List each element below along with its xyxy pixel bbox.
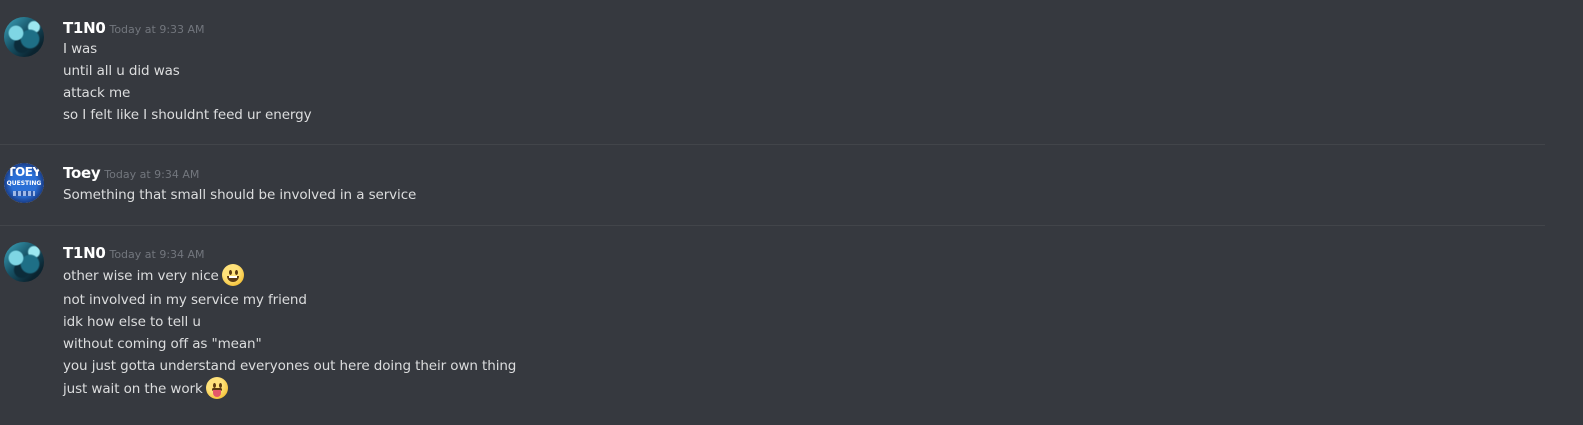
- message-line: not involved in my service my friend: [63, 292, 307, 308]
- avatar[interactable]: [4, 242, 44, 282]
- username[interactable]: T1N0: [63, 244, 106, 262]
- smiley-emoji-icon[interactable]: [221, 264, 244, 286]
- timestamp[interactable]: Today at 9:33 AM: [109, 23, 204, 36]
- message-divider: [0, 225, 1545, 226]
- avatar-logo-text: TOEY: [7, 165, 41, 179]
- chat-messages: T1N0 Today at 9:33 AM I was until all u d…: [0, 0, 1583, 425]
- message-text: just wait on the work: [63, 381, 203, 397]
- message-line: idk how else to tell u: [63, 314, 201, 330]
- message-line: I was: [63, 41, 98, 57]
- message-line: so I felt like I shouldnt feed ur energy: [63, 107, 312, 123]
- message-text: other wise im very nice: [63, 268, 219, 284]
- username[interactable]: T1N0: [63, 19, 106, 37]
- message-line: Something that small should be involved …: [63, 187, 417, 203]
- message-line: you just gotta understand everyones out …: [63, 358, 517, 374]
- message-divider: [0, 144, 1545, 145]
- timestamp[interactable]: Today at 9:34 AM: [109, 248, 204, 261]
- avatar-logo-subtext: QUESTING: [6, 180, 42, 187]
- tongue-out-emoji-icon[interactable]: [205, 377, 228, 399]
- message-line: attack me: [63, 85, 131, 101]
- avatar[interactable]: [4, 17, 44, 57]
- message-header: Toey Today at 9:34 AM: [63, 163, 199, 182]
- message-line: until all u did was: [63, 63, 180, 79]
- message-line: other wise im very nice: [63, 264, 244, 287]
- username[interactable]: Toey: [63, 164, 101, 182]
- message-header: T1N0 Today at 9:34 AM: [63, 243, 205, 262]
- timestamp[interactable]: Today at 9:34 AM: [104, 168, 199, 181]
- message-line: without coming off as "mean": [63, 336, 262, 352]
- avatar-logo-bar: [13, 191, 35, 196]
- message-header: T1N0 Today at 9:33 AM: [63, 18, 205, 37]
- message-line: just wait on the work: [63, 377, 228, 400]
- avatar[interactable]: TOEY QUESTING: [4, 163, 44, 203]
